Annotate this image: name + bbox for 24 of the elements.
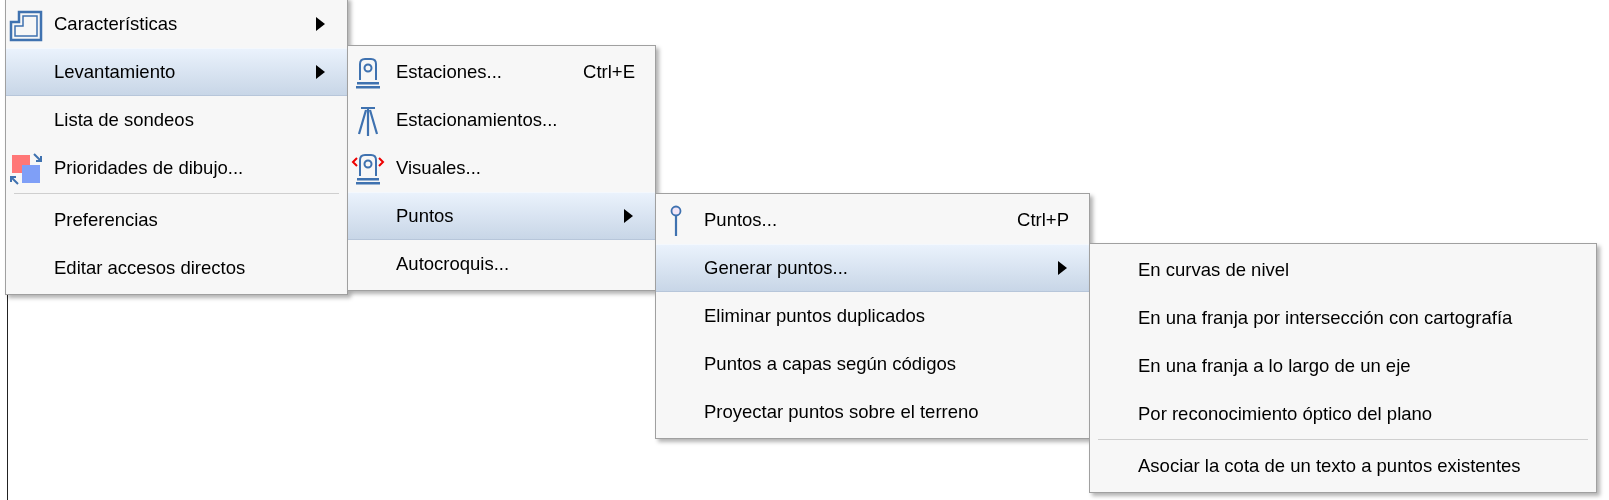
layers-icon <box>9 152 43 186</box>
menu-item[interactable]: Asociar la cota de un texto a puntos existentes <box>1090 442 1596 490</box>
menu-item[interactable]: Características <box>6 0 347 48</box>
menu-item[interactable]: En una franja por intersección con cartografía <box>1090 294 1596 342</box>
menu-item[interactable]: Editar accesos directos <box>6 244 347 292</box>
menu-item[interactable]: Estacionamientos... <box>348 96 655 144</box>
stairs-icon <box>9 8 43 42</box>
menu-item[interactable]: Estaciones... Ctrl+E <box>348 48 655 96</box>
menu-item[interactable]: En curvas de nivel <box>1090 246 1596 294</box>
station-arrows-icon <box>351 152 385 186</box>
menu-item[interactable]: Proyectar puntos sobre el terreno <box>656 388 1089 436</box>
menu-item[interactable]: Puntos a capas según códigos <box>656 340 1089 388</box>
menu-item[interactable]: Eliminar puntos duplicados <box>656 292 1089 340</box>
menu-item[interactable]: Autocroquis... <box>348 240 655 288</box>
menu-item[interactable]: Puntos... Ctrl+P <box>656 196 1089 244</box>
menu-item[interactable]: Puntos <box>348 192 655 240</box>
menu-item[interactable]: Prioridades de dibujo... <box>6 144 347 192</box>
menu-item[interactable]: Levantamiento <box>6 48 347 96</box>
menu-item[interactable]: Lista de sondeos <box>6 96 347 144</box>
menu-item[interactable]: Visuales... <box>348 144 655 192</box>
menu-item[interactable]: Por reconocimiento óptico del plano <box>1090 390 1596 438</box>
menu-item[interactable]: Generar puntos... <box>656 244 1089 292</box>
menu-item[interactable]: Preferencias <box>6 196 347 244</box>
menu-item[interactable]: En una franja a lo largo de un eje <box>1090 342 1596 390</box>
